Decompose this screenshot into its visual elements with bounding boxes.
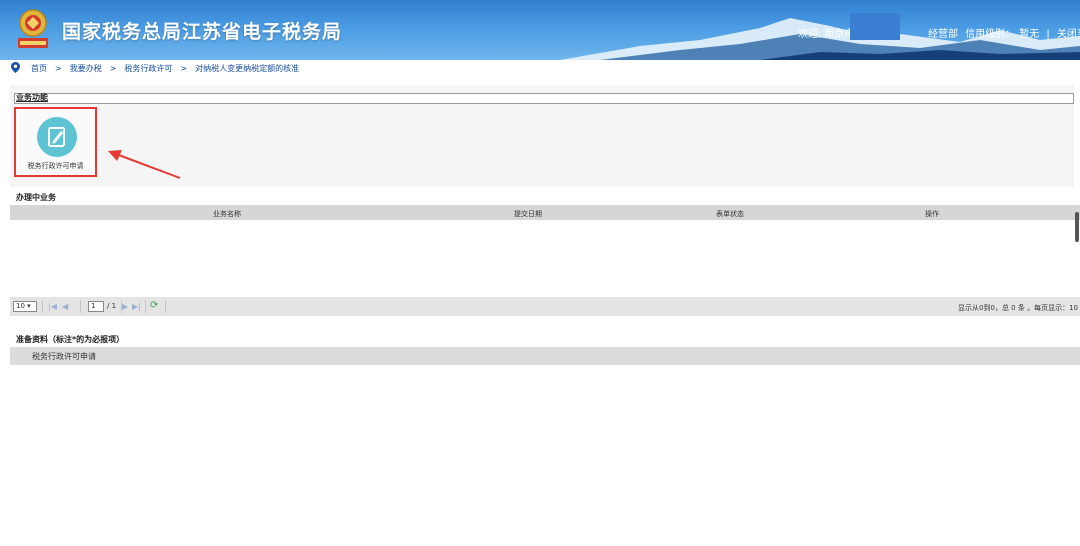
breadcrumb-separator: > — [55, 64, 62, 73]
page-size-value: 10 — [16, 302, 25, 310]
section-title-bar — [14, 93, 1074, 104]
breadcrumb-separator: > — [180, 64, 188, 73]
pager-info: 显示从0到0，总 0 条 。每页显示：10 — [958, 304, 1078, 312]
welcome-text: 欢迎, 南京市 — [798, 29, 855, 40]
breadcrumb: 首页 > 我要办税 > 税务行政许可 > 对纳税人变更纳税定额的核准 — [0, 60, 1080, 76]
pager-divider — [42, 300, 43, 313]
redacted-username — [850, 13, 900, 40]
prev-page-icon[interactable]: ◀ — [62, 302, 68, 311]
close-page-link[interactable]: 关闭当页 — [1057, 29, 1080, 40]
pager-divider — [145, 300, 146, 313]
breadcrumb-items: 首页 > 我要办税 > 税务行政许可 > 对纳税人变更纳税定额的核准 — [31, 63, 299, 74]
tax-license-application-tile[interactable]: 税务行政许可申请 — [14, 107, 97, 177]
pagination-bar: 10 ▾ |◀ ◀ 1 / 1 ▶ ▶| ⟳ 显示从0到0，总 0 条 。每页显… — [10, 297, 1080, 316]
department-text: 经营部 — [928, 29, 958, 40]
in-progress-table-header: 业务名称 提交日期 表单状态 操作 — [10, 205, 1080, 220]
separator: | — [1046, 29, 1050, 40]
prep-materials-title: 准备资料（标注*的为必报项） — [16, 335, 125, 344]
credit-level-value: 暂无 — [1019, 29, 1040, 40]
credit-level-label: 信用级别： — [965, 29, 1016, 40]
column-header-form-status: 表单状态 — [716, 210, 744, 218]
pager-divider — [165, 300, 166, 313]
column-header-operation: 操作 — [925, 210, 939, 218]
pager-divider — [80, 300, 81, 313]
next-page-icon[interactable]: ▶ — [122, 302, 128, 311]
page-size-select[interactable]: 10 ▾ — [13, 301, 37, 312]
breadcrumb-current: 对纳税人变更纳税定额的核准 — [195, 64, 300, 73]
edit-document-icon — [48, 127, 65, 147]
refresh-icon[interactable]: ⟳ — [150, 300, 158, 311]
location-pin-icon — [11, 62, 20, 73]
tax-emblem-icon — [18, 9, 48, 48]
scrollbar-thumb[interactable] — [1075, 212, 1079, 242]
breadcrumb-tax-handling[interactable]: 我要办税 — [70, 64, 102, 73]
current-page-input[interactable]: 1 — [88, 301, 104, 312]
breadcrumb-home[interactable]: 首页 — [31, 64, 47, 73]
tile-icon-circle — [37, 117, 77, 157]
last-page-icon[interactable]: ▶| — [132, 302, 141, 311]
red-arrow-annotation — [108, 150, 181, 179]
column-header-submit-date: 提交日期 — [514, 210, 542, 218]
in-progress-title: 办理中业务 — [16, 193, 56, 202]
site-title: 国家税务总局江苏省电子税务局 — [62, 21, 343, 43]
total-pages: / 1 — [107, 302, 117, 310]
first-page-icon[interactable]: |◀ — [48, 302, 57, 311]
business-functions-title: 业务功能 — [16, 93, 48, 102]
column-header-business-name: 业务名称 — [213, 210, 241, 218]
tile-label: 税务行政许可申请 — [27, 162, 84, 170]
breadcrumb-admin-license[interactable]: 税务行政许可 — [124, 64, 172, 73]
prep-material-item: 税务行政许可申请 — [32, 352, 96, 361]
header-banner: 国家税务总局江苏省电子税务局 欢迎, 南京市 经营部 信用级别：暂无 | 关闭当… — [0, 0, 1080, 60]
header-user-info: 经营部 信用级别：暂无 | 关闭当页 — [926, 25, 1080, 40]
prep-material-row: 税务行政许可申请 — [10, 347, 1080, 365]
breadcrumb-separator: > — [109, 64, 117, 73]
